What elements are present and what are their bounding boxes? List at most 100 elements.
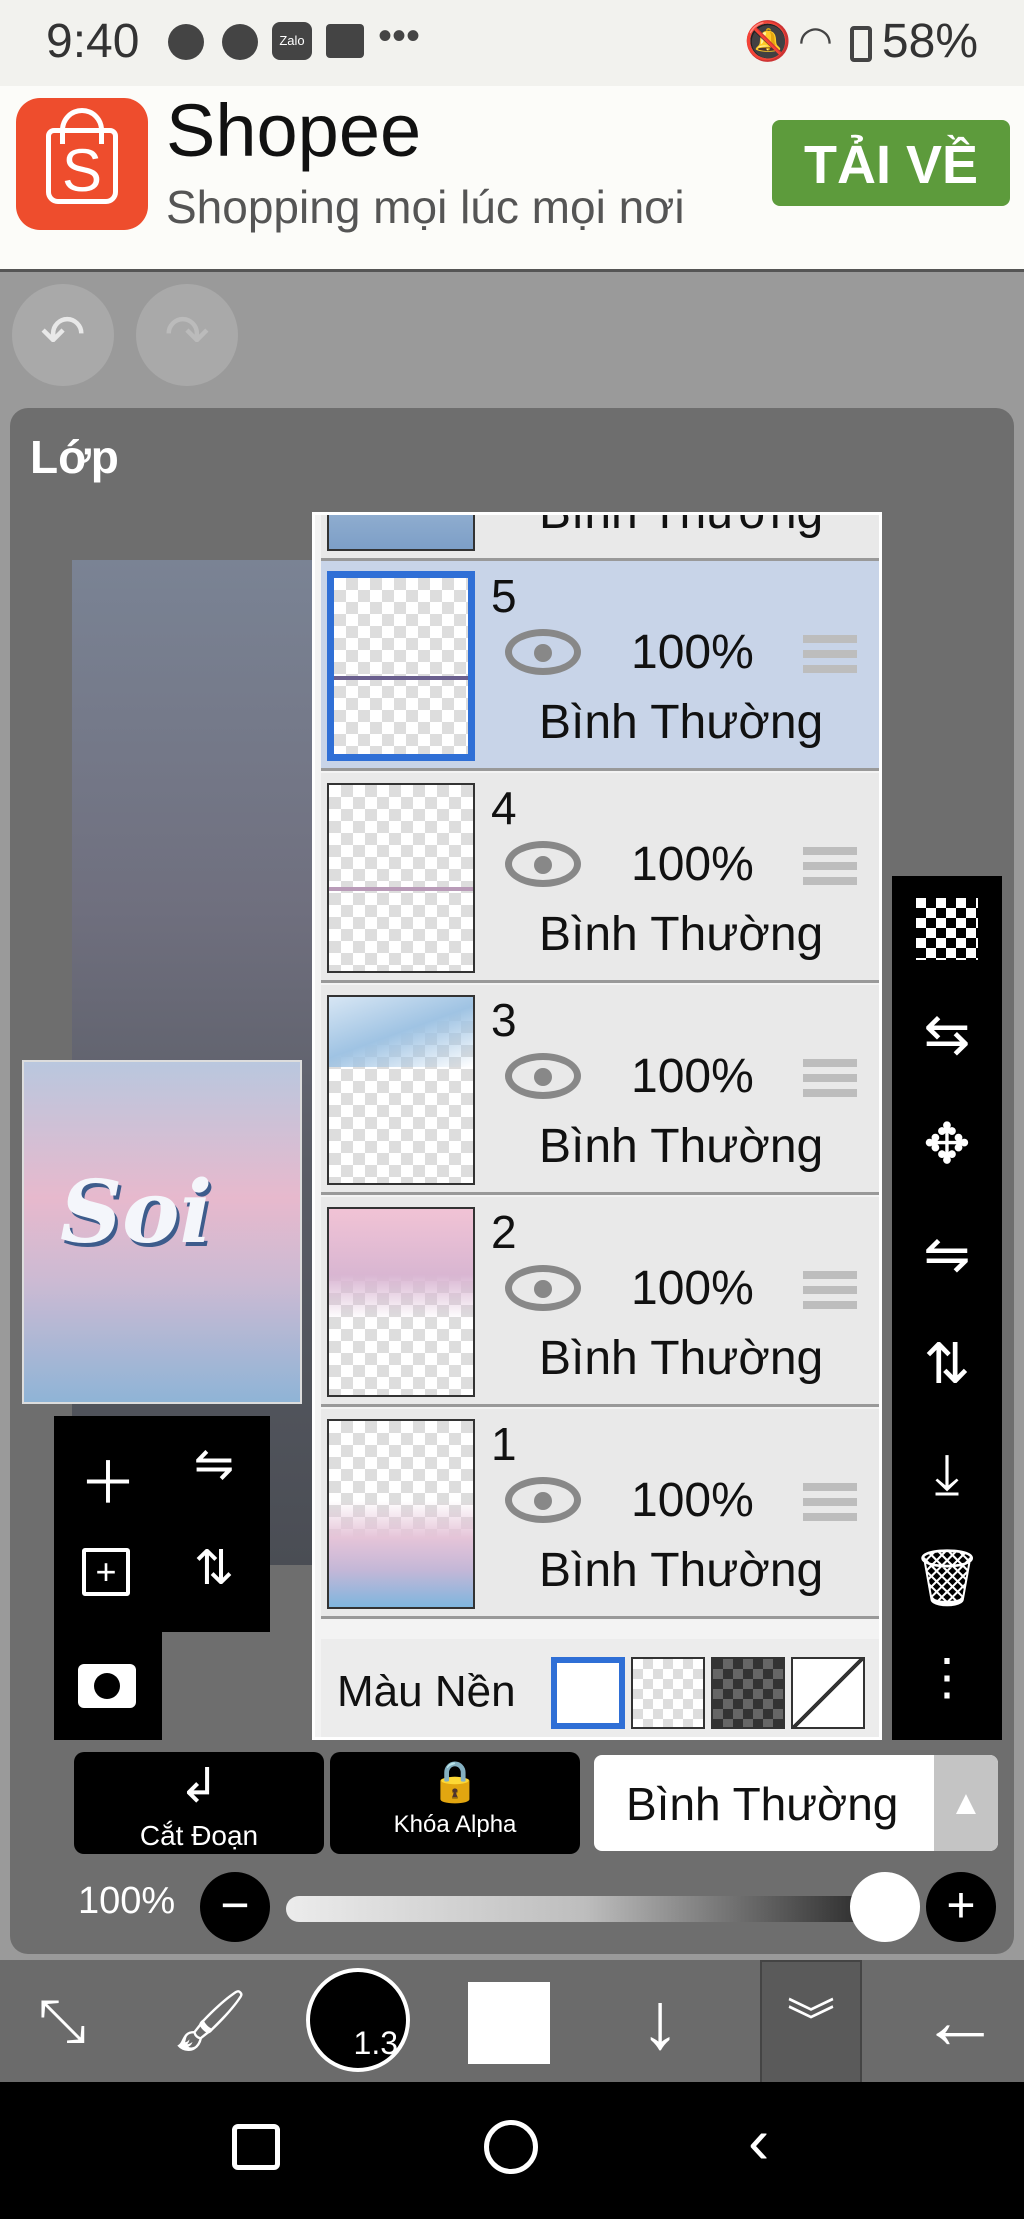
- thumbnail-artwork-text: Soi: [60, 1162, 213, 1263]
- layer-row-2[interactable]: 2 100% Bình Thường: [321, 1197, 879, 1407]
- layer-number: 5: [491, 570, 517, 622]
- opacity-decrease-button[interactable]: −: [200, 1872, 270, 1942]
- layer-number: 2: [491, 1206, 517, 1258]
- back-arrow-icon[interactable]: ←: [900, 1960, 1020, 2082]
- eye-icon[interactable]: [505, 1265, 581, 1311]
- alpha-lock-button[interactable]: 🔒 Khóa Alpha: [330, 1752, 580, 1854]
- drag-handle-icon[interactable]: [803, 1059, 857, 1099]
- home-icon[interactable]: [484, 2120, 538, 2174]
- redo-button[interactable]: ↷: [136, 284, 238, 386]
- eye-icon[interactable]: [505, 629, 581, 675]
- double-chevron-down-icon: ︾: [786, 1996, 835, 2049]
- layer-row-5[interactable]: 5 100% Bình Thường: [321, 561, 879, 771]
- layers-list[interactable]: Bình Thường 5 100% Bình Thường 4 100% Bì…: [312, 512, 882, 1740]
- canvas-thumbnail[interactable]: Soi: [22, 1060, 302, 1404]
- merge-down-icon[interactable]: ⤓: [892, 1424, 1002, 1524]
- lock-alpha-icon: 🔒: [430, 1760, 480, 1804]
- layer-blend-mode: Bình Thường: [539, 1120, 824, 1173]
- layer-thumbnail: [327, 515, 475, 551]
- layer-blend-mode: Bình Thường: [539, 512, 824, 539]
- transform-swap-icon[interactable]: ⇆: [892, 984, 1002, 1084]
- layer-number: 3: [491, 994, 517, 1046]
- opacity-increase-button[interactable]: +: [926, 1872, 996, 1942]
- layer-thumbnail: [327, 1419, 475, 1609]
- more-icon: •••: [378, 14, 421, 58]
- brush-icon[interactable]: 🖌: [150, 1960, 270, 2082]
- eye-icon[interactable]: [505, 1053, 581, 1099]
- arrow-down-icon[interactable]: ↓: [600, 1960, 720, 2082]
- messenger-icon: [168, 24, 204, 60]
- mute-icon: 🔕: [744, 21, 792, 63]
- background-color-row: Màu Nền: [321, 1639, 879, 1737]
- layer-blend-mode: Bình Thường: [539, 1544, 824, 1597]
- flip-vertical-tool-icon[interactable]: ⇅: [892, 1314, 1002, 1414]
- swatch-white[interactable]: [551, 1657, 625, 1729]
- status-time: 9:40: [46, 15, 140, 68]
- trash-icon[interactable]: 🗑: [892, 1528, 1002, 1628]
- color-picker-button[interactable]: [468, 1982, 550, 2064]
- ad-tagline: Shopping mọi lúc mọi nơi: [166, 181, 685, 233]
- layer-opacity: 100%: [631, 1262, 754, 1315]
- shopee-logo[interactable]: S: [16, 98, 148, 230]
- layer-row-4[interactable]: 4 100% Bình Thường: [321, 773, 879, 983]
- undo-icon: ↶: [40, 305, 86, 365]
- opacity-slider[interactable]: [286, 1896, 886, 1922]
- checker-icon[interactable]: [892, 876, 1002, 976]
- layer-blend-mode: Bình Thường: [539, 1332, 824, 1385]
- panel-title: Lớp: [30, 431, 119, 483]
- swatch-none[interactable]: [791, 1657, 865, 1729]
- transform-tool-icon[interactable]: ⤡: [2, 1960, 122, 2082]
- layer-row-partial[interactable]: Bình Thường: [321, 512, 879, 561]
- recent-apps-icon[interactable]: [232, 2124, 280, 2170]
- ad-download-button[interactable]: TẢI VỀ: [772, 120, 1010, 206]
- layer-number: 4: [491, 782, 517, 834]
- layer-thumbnail: [327, 1207, 475, 1397]
- swatch-transparent-dark[interactable]: [711, 1657, 785, 1729]
- flip-horizontal-icon[interactable]: ⇋: [162, 1436, 266, 1492]
- move-icon[interactable]: ✥: [892, 1094, 1002, 1194]
- camera-icon[interactable]: [78, 1664, 136, 1708]
- drag-handle-icon[interactable]: [803, 1271, 857, 1311]
- drag-handle-icon[interactable]: [803, 847, 857, 887]
- layer-row-1[interactable]: 1 100% Bình Thường: [321, 1409, 879, 1619]
- layer-thumbnail: [327, 783, 475, 973]
- blend-mode-select[interactable]: Bình Thường ▲: [594, 1755, 998, 1851]
- gallery-icon: [326, 24, 364, 58]
- ad-banner[interactable]: S Shopee Shopping mọi lúc mọi nơi TẢI VỀ: [0, 86, 1024, 272]
- brush-size-button[interactable]: 1.3: [306, 1968, 410, 2072]
- back-icon[interactable]: ‹: [748, 2104, 769, 2178]
- blend-mode-value: Bình Thường: [626, 1778, 899, 1830]
- logo-letter: S: [61, 137, 103, 204]
- swatch-transparent-light[interactable]: [631, 1657, 705, 1729]
- layer-blend-mode: Bình Thường: [539, 908, 824, 961]
- clip-label: Cắt Đoạn: [139, 1820, 259, 1851]
- clip-button[interactable]: ↲ Cắt Đoạn: [74, 1752, 324, 1854]
- eye-icon[interactable]: [505, 841, 581, 887]
- more-vertical-icon[interactable]: ⋮: [892, 1632, 1002, 1732]
- layer-opacity: 100%: [631, 1474, 754, 1527]
- flip-horizontal-tool-icon[interactable]: ⇋: [892, 1204, 1002, 1304]
- undo-button[interactable]: ↶: [12, 284, 114, 386]
- ad-brand: Shopee: [166, 89, 422, 172]
- zalo-icon: Zalo: [272, 22, 312, 60]
- opacity-slider-knob[interactable]: [850, 1872, 920, 1942]
- battery-level: 58%: [881, 15, 978, 68]
- right-toolbar: ⇆ ✥ ⇋ ⇅ ⤓ 🗑 ⋮: [892, 876, 1002, 1740]
- duplicate-layer-icon[interactable]: +: [82, 1548, 130, 1596]
- drag-handle-icon[interactable]: [803, 635, 857, 675]
- layer-opacity: 100%: [631, 626, 754, 679]
- layer-row-3[interactable]: 3 100% Bình Thường: [321, 985, 879, 1195]
- layer-thumbnail: [327, 995, 475, 1185]
- layer-blend-mode: Bình Thường: [539, 696, 824, 749]
- chevron-up-icon[interactable]: ▲: [934, 1755, 998, 1851]
- drag-handle-icon[interactable]: [803, 1483, 857, 1523]
- redo-icon: ↷: [164, 305, 210, 365]
- eye-icon[interactable]: [505, 1477, 581, 1523]
- layers-toggle-button[interactable]: ︾: [760, 1960, 862, 2086]
- battery-icon: [850, 26, 872, 62]
- wifi-icon: ◠: [798, 19, 833, 63]
- clip-arrow-icon: ↲: [178, 1760, 220, 1813]
- add-layer-icon[interactable]: ＋: [56, 1436, 160, 1520]
- flip-vertical-icon[interactable]: ⇅: [162, 1540, 266, 1596]
- layer-opacity: 100%: [631, 838, 754, 891]
